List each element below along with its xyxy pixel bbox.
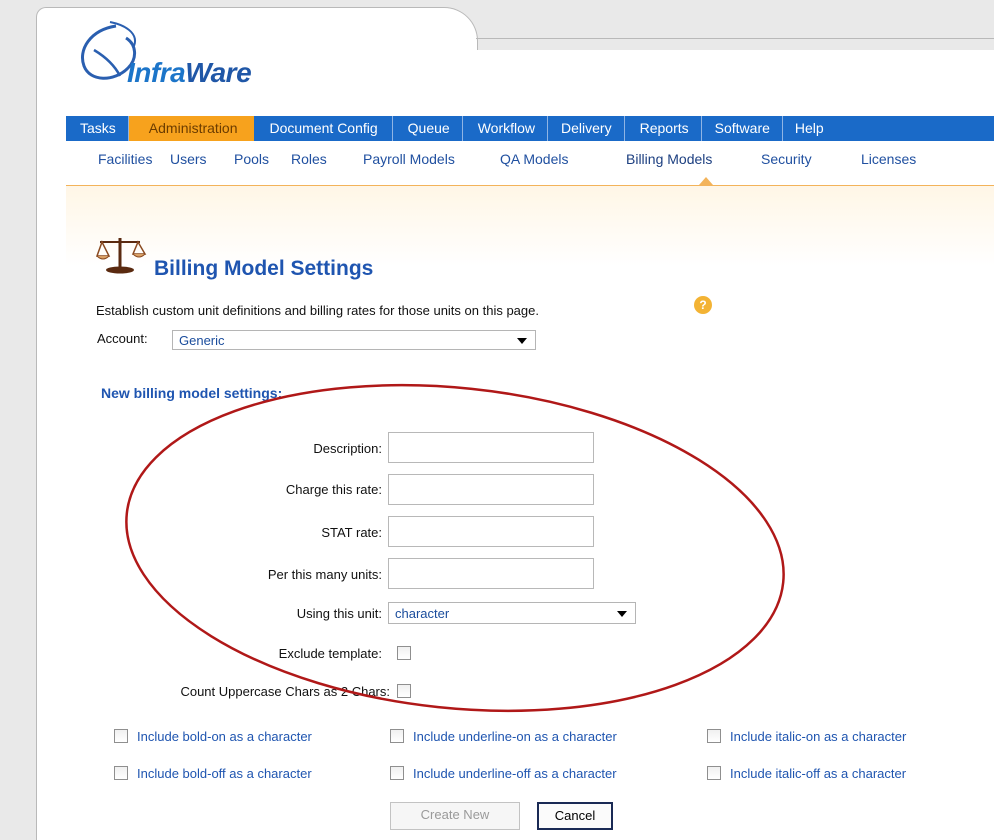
subnav-billing-models[interactable]: Billing Models (626, 151, 712, 167)
subnav-qa-models[interactable]: QA Models (500, 151, 568, 167)
subnav-security[interactable]: Security (761, 151, 812, 167)
exclude-template-label: Exclude template: (278, 646, 382, 661)
subnav-users[interactable]: Users (170, 151, 207, 167)
italic-on-checkbox[interactable] (707, 729, 721, 743)
italic-off-checkbox[interactable] (707, 766, 721, 780)
page-title: Billing Model Settings (154, 257, 374, 280)
bold-off-checkbox[interactable] (114, 766, 128, 780)
charge-rate-label: Charge this rate: (285, 482, 382, 497)
unit-select-value: character (395, 606, 450, 621)
tab-delivery[interactable]: Delivery (548, 116, 625, 141)
per-units-field[interactable] (388, 558, 594, 589)
window: InfraWare Tasks Administration Document … (0, 0, 994, 840)
count-uppercase-label: Count Uppercase Chars as 2 Chars: (180, 684, 390, 699)
logo-text: InfraWare (127, 57, 252, 89)
underline-on-label[interactable]: Include underline-on as a character (413, 729, 617, 744)
subnav-roles[interactable]: Roles (291, 151, 327, 167)
create-new-button[interactable]: Create New (390, 802, 520, 830)
per-units-label: Per this many units: (267, 567, 382, 582)
unit-select[interactable]: character (388, 602, 636, 624)
tab-workflow[interactable]: Workflow (463, 116, 549, 141)
charge-rate-field[interactable] (388, 474, 594, 505)
tab-document-config[interactable]: Document Config (254, 116, 393, 141)
description-label: Description: (313, 441, 382, 456)
bold-on-label[interactable]: Include bold-on as a character (137, 729, 312, 744)
tab-help[interactable]: Help (783, 116, 824, 141)
header-divider (476, 38, 994, 39)
subnav-pools[interactable]: Pools (234, 151, 269, 167)
account-select-value: Generic (179, 333, 225, 348)
page-description: Establish custom unit definitions and bi… (96, 303, 539, 318)
subnav-payroll-models[interactable]: Payroll Models (363, 151, 455, 167)
tab-administration[interactable]: Administration (128, 116, 254, 141)
tab-queue[interactable]: Queue (393, 116, 463, 141)
logo-text-suffix: Ware (185, 57, 252, 88)
underline-on-checkbox[interactable] (390, 729, 404, 743)
italic-on-label[interactable]: Include italic-on as a character (730, 729, 906, 744)
count-uppercase-checkbox[interactable] (397, 684, 411, 698)
cancel-button[interactable]: Cancel (537, 802, 613, 830)
chevron-down-icon (517, 338, 527, 344)
stat-rate-label: STAT rate: (321, 525, 382, 540)
sub-nav: Facilities Users Pools Roles Payroll Mod… (66, 141, 994, 186)
logo-text-prefix: Infra (127, 57, 186, 88)
tab-tasks[interactable]: Tasks (66, 116, 129, 141)
italic-off-label[interactable]: Include italic-off as a character (730, 766, 906, 781)
help-icon[interactable]: ? (694, 296, 712, 314)
bold-on-checkbox[interactable] (114, 729, 128, 743)
bold-off-label[interactable]: Include bold-off as a character (137, 766, 312, 781)
account-label: Account: (97, 331, 148, 346)
subnav-facilities[interactable]: Facilities (98, 151, 152, 167)
account-select[interactable]: Generic (172, 330, 536, 350)
subnav-licenses[interactable]: Licenses (861, 151, 916, 167)
unit-label: Using this unit: (296, 606, 382, 621)
main-nav: Tasks Administration Document Config Que… (66, 116, 994, 141)
section-title: New billing model settings: (101, 385, 283, 401)
underline-off-checkbox[interactable] (390, 766, 404, 780)
balance-scale-icon (96, 238, 147, 274)
underline-off-label[interactable]: Include underline-off as a character (413, 766, 617, 781)
chevron-down-icon (617, 611, 627, 617)
tab-software[interactable]: Software (702, 116, 783, 141)
description-field[interactable] (388, 432, 594, 463)
tab-reports[interactable]: Reports (625, 116, 702, 141)
stat-rate-field[interactable] (388, 516, 594, 547)
exclude-template-checkbox[interactable] (397, 646, 411, 660)
active-subnav-caret (699, 177, 713, 185)
